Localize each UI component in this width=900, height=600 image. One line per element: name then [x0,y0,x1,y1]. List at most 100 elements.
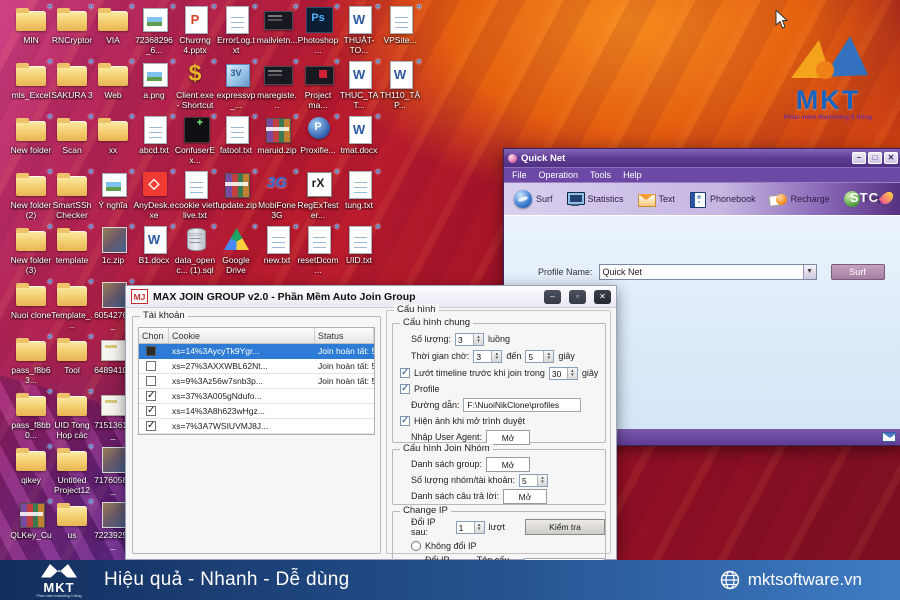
timeline-checkbox[interactable] [400,368,410,378]
desktop-icon[interactable]: Untitled Project12 [51,444,93,495]
desktop-icon[interactable]: tmat.docx [338,114,380,155]
maxjoin-titlebar[interactable]: MJ MAX JOIN GROUP v2.0 - Phần Mềm Auto J… [126,286,616,308]
desktop-icon[interactable]: QLKey_Cu [10,499,52,540]
row-checkbox[interactable] [146,391,156,401]
desktop-icon[interactable]: Photoshop... [297,4,339,55]
desktop-icon[interactable]: 1c.zip [92,224,134,265]
thread-count-spinner[interactable]: 3 [455,333,484,346]
desktop-icon[interactable]: Proxifie... [297,114,339,155]
toolbar-button[interactable]: Surf [514,190,553,208]
desktop-icon[interactable]: maregiste... [256,59,298,110]
desktop-icon[interactable]: resetDcom... [297,224,339,275]
spinner-arrows-icon[interactable] [567,368,577,379]
desktop-icon[interactable]: Scan [51,114,93,155]
row-checkbox[interactable] [146,346,156,356]
desktop-icon[interactable]: RegExTester... [297,169,339,220]
close-button[interactable]: ✕ [884,152,898,164]
desktop-icon[interactable]: VIA [92,4,134,45]
desktop-icon[interactable]: template [51,224,93,265]
close-button[interactable]: ✕ [594,290,611,304]
desktop-icon[interactable]: AnyDesk.exe [133,169,175,220]
menu-item[interactable]: Tools [590,170,611,180]
profile-name-combobox[interactable]: Quick Net ▼ [599,264,817,280]
desktop-icon[interactable]: 72368296_6... [133,4,175,55]
desktop-icon[interactable]: MIN [10,4,52,45]
desktop-icon[interactable]: New folder (3) [10,224,52,275]
desktop-icon[interactable]: B1.docx [133,224,175,265]
table-row[interactable]: xs=9%3Az56w7snb3p... Join hoàn tất: 5/5 [139,374,374,389]
timeline-spinner[interactable]: 30 [549,367,578,380]
desktop-icon[interactable]: a.png [133,59,175,100]
desktop-icon[interactable]: maruid.zip [256,114,298,155]
spinner-arrows-icon[interactable] [543,351,553,362]
spinner-arrows-icon[interactable] [491,351,501,362]
desktop-icon[interactable]: us [51,499,93,540]
desktop-icon[interactable]: Template_... [51,279,93,330]
column-header-status[interactable]: Status [315,328,374,343]
wait-from-spinner[interactable]: 3 [473,350,502,363]
maximize-button[interactable]: □ [868,152,882,164]
show-image-checkbox[interactable] [400,416,410,426]
path-input[interactable]: F:\NuoiNikClone\profiles [463,398,581,412]
group-list-open-button[interactable]: Mở [486,457,530,472]
change-ip-after-spinner[interactable]: 1 [456,521,485,534]
desktop-icon[interactable]: new.txt [256,224,298,265]
desktop-icon[interactable]: VPSite... [379,4,421,45]
groups-per-account-spinner[interactable]: 5 [519,474,548,487]
desktop-icon[interactable]: Google Drive [215,224,257,275]
toolbar-button[interactable]: Text [637,190,676,208]
desktop-icon[interactable]: Nuoi clone [10,279,52,320]
toolbar-button[interactable]: Statistics [566,190,624,208]
desktop-icon[interactable]: MobiFone 3G [256,169,298,220]
desktop-icon[interactable]: pass_f8b63... [10,334,52,385]
mail-status-icon[interactable] [882,432,896,442]
table-row[interactable]: xs=14%3A8h623wHgz... [139,404,374,419]
desktop-icon[interactable]: mailvietn... [256,4,298,45]
desktop-icon[interactable]: mls_Excel [10,59,52,100]
answer-list-open-button[interactable]: Mở [503,489,547,504]
desktop-icon[interactable]: fatool.txt [215,114,257,155]
desktop-icon[interactable]: New folder (2) [10,169,52,220]
desktop-icon[interactable]: Tool [51,334,93,375]
footer-website[interactable]: mktsoftware.vn [748,570,862,590]
menu-item[interactable]: Help [623,170,642,180]
quicknet-titlebar[interactable]: Quick Net – □ ✕ [504,149,900,167]
wait-to-spinner[interactable]: 5 [525,350,554,363]
minimize-button[interactable]: – [852,152,866,164]
desktop-icon[interactable]: UID.txt [338,224,380,265]
desktop-icon[interactable]: ErrorLog.txt [215,4,257,55]
desktop-icon[interactable]: Client.exe - Shortcut [174,59,216,110]
desktop-icon[interactable]: Web [92,59,134,100]
spinner-arrows-icon[interactable] [474,522,484,533]
desktop-icon[interactable]: New folder [10,114,52,155]
spinner-arrows-icon[interactable] [537,475,547,486]
desktop-icon[interactable]: ConfuserEx... [174,114,216,165]
desktop-icon[interactable]: Ý nghĩa [92,169,134,210]
desktop-icon[interactable]: xx [92,114,134,155]
desktop-icon[interactable]: tung.txt [338,169,380,210]
desktop-icon[interactable]: THUC_TAT... [338,59,380,110]
table-row[interactable]: xs=27%3AXXWBL62Nt... Join hoàn tất: 5/5 [139,359,374,374]
desktop-icon[interactable]: UID Tong Hop các G... [51,389,93,441]
row-checkbox[interactable] [146,406,156,416]
table-row[interactable]: xs=14%3AycyTk9Ygr... Join hoàn tất: 5/5 [139,344,374,359]
desktop-icon[interactable]: cookie viet live.txt [174,169,216,220]
desktop-icon[interactable]: SmartSSh Checker [51,169,93,220]
table-row[interactable]: xs=37%3A005gNdufo... [139,389,374,404]
surf-button[interactable]: Surf [831,264,885,280]
row-checkbox[interactable] [146,361,156,371]
desktop-icon[interactable]: qikey [10,444,52,485]
combobox-dropdown-button[interactable]: ▼ [803,265,816,279]
check-ip-button[interactable]: Kiểm tra [525,519,605,535]
minimize-button[interactable]: – [544,290,561,304]
desktop-icon[interactable]: RNCryptor [51,4,93,45]
row-checkbox[interactable] [146,421,156,431]
desktop-icon[interactable]: abcd.txt [133,114,175,155]
desktop-icon[interactable]: SAKURA 3 [51,59,93,100]
row-checkbox[interactable] [146,376,156,386]
profile-checkbox[interactable] [400,384,410,394]
spinner-arrows-icon[interactable] [473,334,483,345]
desktop-icon[interactable]: TH110_TẬP... [379,59,421,110]
desktop-icon[interactable]: Project ma... [297,59,339,110]
column-header-cookie[interactable]: Cookie [169,328,315,343]
